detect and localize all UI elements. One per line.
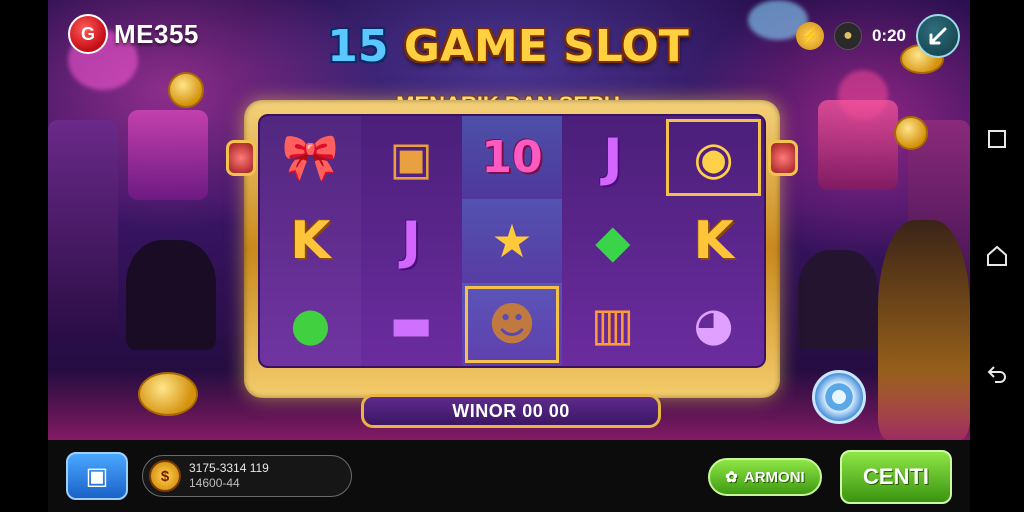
balance-line-1: 3175-3314 119	[189, 461, 269, 475]
side-gem-left-icon	[226, 140, 256, 176]
purple-bowl-icon: ▬	[389, 297, 433, 352]
bg-person	[798, 250, 878, 350]
reel-grid: 🎀 ▣ 10 J ◉ K J ★ ◆ K ● ▬ ☻ ▥ ◕	[258, 114, 766, 368]
exit-button[interactable]	[916, 14, 960, 58]
chest-icon: ▣	[389, 130, 433, 185]
auto-button[interactable]: ✿ ARMONI	[708, 458, 822, 496]
square-icon	[988, 129, 1006, 148]
reel-cell: ◕	[663, 283, 764, 366]
reel-cell: ◉	[663, 116, 764, 199]
back-arrow-icon	[987, 366, 1006, 384]
star-icon: ★	[491, 213, 533, 268]
reel-cell: K	[663, 199, 764, 282]
brand: G ME355	[68, 14, 199, 54]
symbol-k: K	[290, 210, 331, 271]
win-label: WINOR 00 00	[452, 400, 570, 421]
brand-logo-icon: G	[68, 14, 108, 54]
balance-text: 3175-3314 119 14600-44	[189, 461, 269, 491]
lantern-icon: ▥	[591, 297, 635, 352]
brand-name: ME355	[114, 18, 199, 49]
bottom-bar: ▣ $ 3175-3314 119 14600-44 ✿ ARMONI CENT…	[48, 440, 970, 512]
balance-panel: $ 3175-3314 119 14600-44	[142, 455, 352, 497]
bolt-icon[interactable]: ⚡	[795, 22, 824, 50]
spin-label: CENTI	[863, 464, 929, 489]
symbol-k: K	[693, 210, 734, 271]
title-number: 15	[327, 21, 389, 72]
back-button[interactable]	[982, 358, 1012, 388]
reel-cell: J	[361, 199, 462, 282]
bg-person	[126, 240, 216, 350]
coins-icon: ◉	[693, 130, 734, 185]
win-display: WINOR 00 00	[361, 394, 661, 428]
side-gem-right-icon	[768, 140, 798, 176]
recent-apps-button[interactable]	[982, 124, 1012, 154]
balance-line-2: 14600-44	[189, 476, 240, 490]
reel-cell: K	[260, 199, 361, 283]
exit-arrow-icon	[929, 27, 947, 45]
home-icon	[987, 245, 1007, 266]
gear-icon: ✿	[725, 469, 738, 486]
left-letterbox	[0, 0, 48, 512]
bg-arcade-machine	[128, 110, 208, 200]
reel-cell: ▬	[361, 283, 462, 366]
gem-bag-icon: ◆	[595, 213, 631, 268]
home-button[interactable]	[982, 241, 1012, 271]
bird-icon: ◕	[693, 297, 734, 352]
reel-cell: ☻	[461, 282, 563, 366]
reel-cell: ●	[260, 282, 361, 366]
game-title: 15 GAME SLOT	[278, 22, 738, 72]
auto-label: ARMONI	[743, 468, 805, 486]
reel-cell: ◆	[562, 199, 663, 282]
bg-arcade-machine	[818, 100, 898, 190]
reel-frame: 🎀 ▣ 10 J ◉ K J ★ ◆ K ● ▬ ☻ ▥ ◕	[244, 100, 780, 398]
reel-cell: 10	[461, 116, 563, 200]
timer: 0:20	[871, 26, 906, 45]
android-nav-bar	[970, 0, 1024, 512]
game-viewport: G ME355 ⚡ ● 0:20 15 GAME SLOT MENARIK DA…	[48, 0, 970, 440]
symbol-j: J	[603, 127, 623, 188]
monster-icon: ☻	[488, 297, 536, 352]
bow-icon: 🎀	[281, 130, 340, 185]
bowl-icon: ●	[290, 297, 331, 352]
reel-cell: 🎀	[260, 116, 361, 200]
reel-cell: ▥	[562, 283, 663, 366]
coin-decoration	[894, 116, 928, 150]
coin-decoration	[168, 72, 204, 108]
coin-decoration	[138, 372, 198, 416]
title-main: GAME SLOT	[403, 21, 689, 72]
balance-coin-icon: $	[149, 460, 181, 492]
reel-cell: J	[562, 116, 663, 199]
top-right-controls: ⚡ ● 0:20	[795, 14, 960, 58]
reel-cell: ▣	[361, 116, 462, 199]
symbol-10: 10	[481, 132, 543, 184]
chest-menu-icon: ▣	[85, 462, 109, 490]
menu-button[interactable]: ▣	[66, 452, 128, 500]
bg-arcade-machine	[48, 120, 118, 340]
reel-cell: ★	[461, 199, 563, 283]
casino-chip-icon	[812, 370, 866, 424]
mascot-icon[interactable]: ●	[833, 22, 862, 50]
symbol-j: J	[401, 210, 421, 271]
spin-button[interactable]: CENTI	[840, 450, 952, 504]
